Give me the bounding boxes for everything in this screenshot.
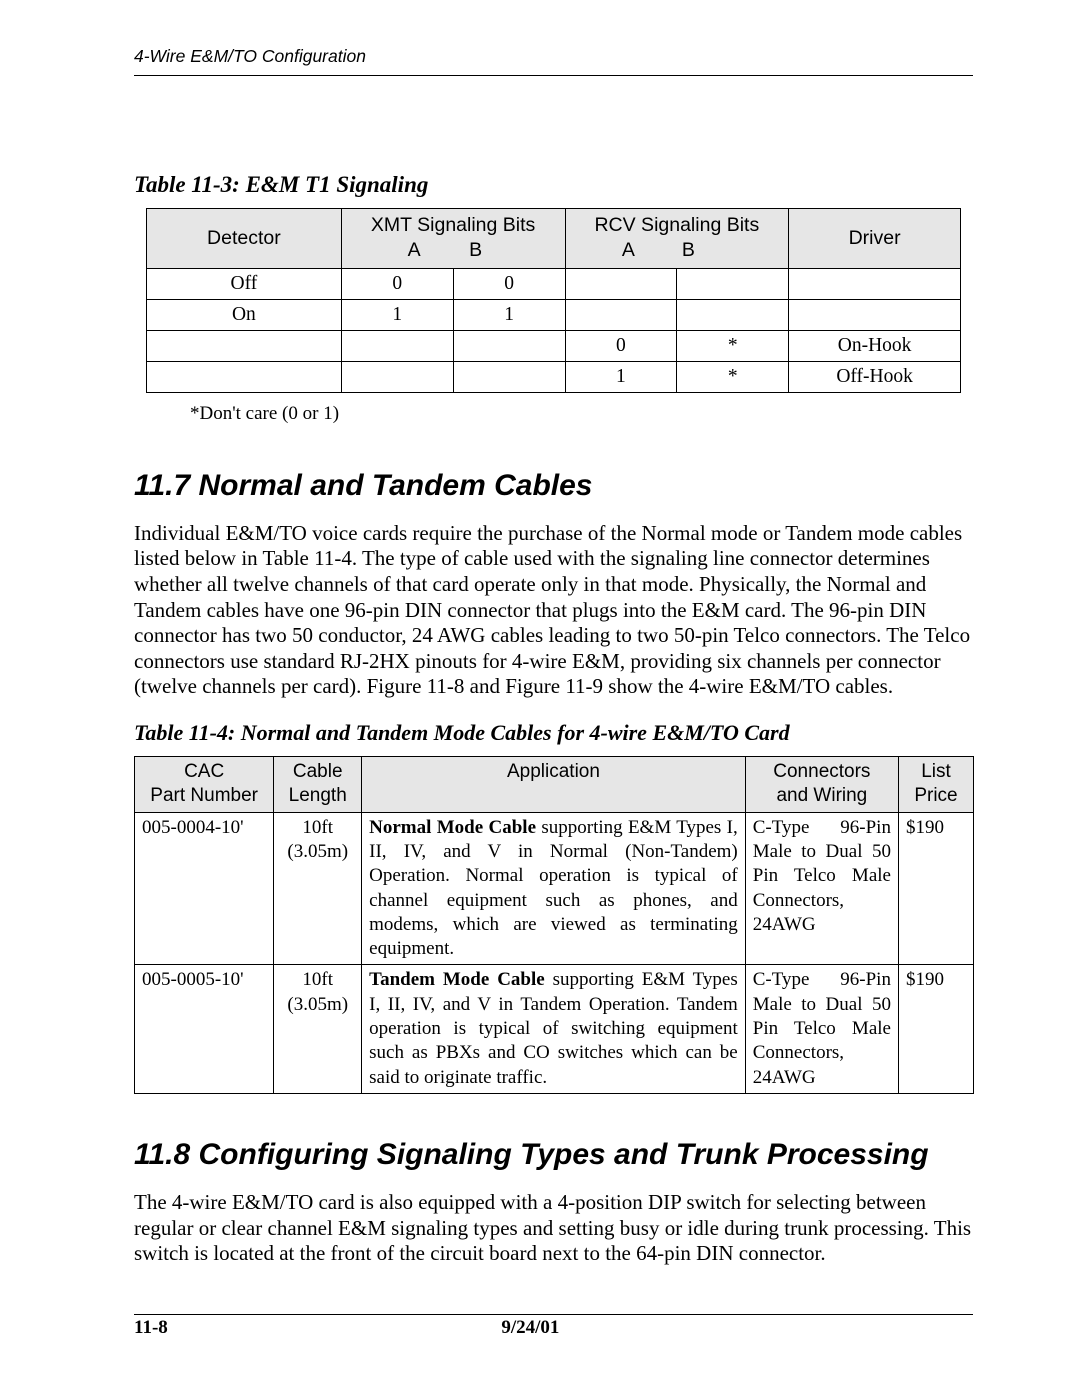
- th-xmt: XMT Signaling Bits AB: [341, 209, 565, 269]
- cell-part: 005-0004-10': [135, 812, 274, 965]
- table-row: Off00: [147, 268, 961, 299]
- table-row: 005-0004-10'10ft(3.05m)Normal Mode Cable…: [135, 812, 974, 965]
- th-rcv: RCV Signaling Bits AB: [565, 209, 789, 269]
- cell: [453, 330, 565, 361]
- header-rule: [134, 75, 973, 76]
- th-part: CACPart Number: [135, 756, 274, 812]
- cell-application: Normal Mode Cable supporting E&M Types I…: [362, 812, 746, 965]
- cell: On: [147, 299, 342, 330]
- cell: *: [677, 330, 789, 361]
- th-rcv-a: A: [612, 238, 682, 263]
- para-11-7: Individual E&M/TO voice cards require th…: [134, 521, 973, 700]
- cell: [677, 299, 789, 330]
- th-rcv-label: RCV Signaling Bits: [594, 214, 759, 236]
- th-connectors: Connectorsand Wiring: [745, 756, 898, 812]
- cell: 0: [453, 268, 565, 299]
- th-xmt-label: XMT Signaling Bits: [371, 214, 535, 236]
- page-footer: 11-8 9/24/01: [134, 1314, 973, 1339]
- cell: 1: [453, 299, 565, 330]
- cell-price: $190: [898, 812, 973, 965]
- cell: [453, 361, 565, 392]
- cell: 1: [341, 299, 453, 330]
- cell: [341, 330, 453, 361]
- cell: [341, 361, 453, 392]
- running-header: 4-Wire E&M/TO Configuration: [134, 46, 973, 67]
- heading-11-8: 11.8 Configuring Signaling Types and Tru…: [134, 1138, 973, 1172]
- table2-caption: Table 11-4: Normal and Tandem Mode Cable…: [134, 720, 973, 746]
- th-driver: Driver: [789, 209, 961, 269]
- footer-date: 9/24/01: [501, 1317, 559, 1339]
- table-row: 0*On-Hook: [147, 330, 961, 361]
- cell-connectors: C-Type 96-Pin Male to Dual 50 Pin Telco …: [745, 812, 898, 965]
- th-length: CableLength: [274, 756, 362, 812]
- table-row: 005-0005-10'10ft(3.05m)Tandem Mode Cable…: [135, 965, 974, 1094]
- cell: *: [677, 361, 789, 392]
- table1-footnote: *Don't care (0 or 1): [190, 403, 973, 425]
- th-rcv-b: B: [682, 238, 742, 263]
- cell: [147, 330, 342, 361]
- cell: On-Hook: [789, 330, 961, 361]
- cell: Off: [147, 268, 342, 299]
- th-detector: Detector: [147, 209, 342, 269]
- cell: 0: [565, 330, 677, 361]
- footer-page: 11-8: [134, 1317, 168, 1339]
- cell-length: 10ft(3.05m): [274, 965, 362, 1094]
- table2-header-row: CACPart Number CableLength Application C…: [135, 756, 974, 812]
- cell: [565, 299, 677, 330]
- cell-part: 005-0005-10': [135, 965, 274, 1094]
- table1-header-row: Detector XMT Signaling Bits AB RCV Signa…: [147, 209, 961, 269]
- table1-caption: Table 11-3: E&M T1 Signaling: [134, 172, 973, 198]
- para-11-8: The 4-wire E&M/TO card is also equipped …: [134, 1190, 973, 1267]
- th-xmt-a: A: [359, 238, 469, 263]
- cell: [677, 268, 789, 299]
- table1: Detector XMT Signaling Bits AB RCV Signa…: [146, 208, 961, 393]
- cell-price: $190: [898, 965, 973, 1094]
- cell: [789, 299, 961, 330]
- table-row: 1*Off-Hook: [147, 361, 961, 392]
- cell: 0: [341, 268, 453, 299]
- heading-11-7: 11.7 Normal and Tandem Cables: [134, 469, 973, 503]
- cell-connectors: C-Type 96-Pin Male to Dual 50 Pin Telco …: [745, 965, 898, 1094]
- table-row: On11: [147, 299, 961, 330]
- cell-length: 10ft(3.05m): [274, 812, 362, 965]
- cell: [147, 361, 342, 392]
- th-xmt-b: B: [469, 238, 547, 263]
- cell: Off-Hook: [789, 361, 961, 392]
- th-application: Application: [362, 756, 746, 812]
- cell: [565, 268, 677, 299]
- table2: CACPart Number CableLength Application C…: [134, 756, 974, 1094]
- cell-application: Tandem Mode Cable supporting E&M Types I…: [362, 965, 746, 1094]
- th-price: ListPrice: [898, 756, 973, 812]
- cell: 1: [565, 361, 677, 392]
- cell: [789, 268, 961, 299]
- footer-rule: [134, 1314, 973, 1315]
